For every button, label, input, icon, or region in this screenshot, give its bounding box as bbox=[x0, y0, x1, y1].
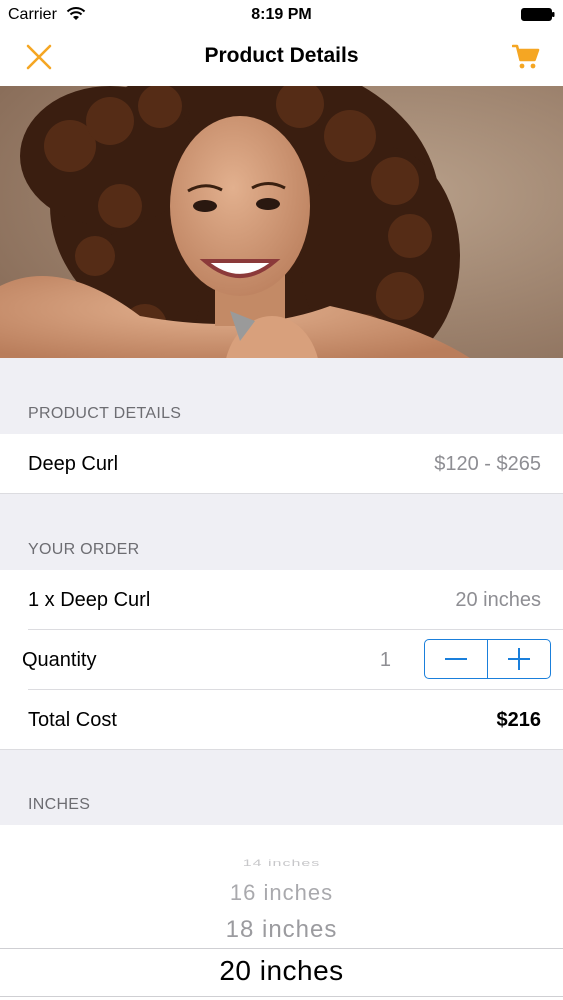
clock: 8:19 PM bbox=[251, 6, 312, 23]
cart-icon bbox=[512, 44, 540, 69]
divider bbox=[0, 493, 563, 494]
cart-button[interactable] bbox=[509, 40, 543, 74]
total-cost-row: Total Cost $216 bbox=[0, 690, 563, 750]
product-row: Deep Curl $120 - $265 bbox=[0, 434, 563, 494]
price-range: $120 - $265 bbox=[434, 453, 541, 475]
battery-icon bbox=[521, 8, 555, 21]
page-title: Product Details bbox=[204, 44, 359, 67]
status-bar: Carrier 8:19 PM bbox=[0, 0, 563, 30]
quantity-stepper[interactable] bbox=[424, 639, 551, 679]
quantity-value: 1 bbox=[379, 649, 391, 671]
total-cost-value: $216 bbox=[496, 709, 542, 731]
picker-option[interactable]: 16 inches bbox=[0, 880, 563, 906]
navigation-bar: Product Details bbox=[0, 30, 563, 86]
inches-header: INCHES bbox=[28, 796, 91, 813]
your-order-header: YOUR ORDER bbox=[28, 541, 140, 558]
order-item-row: 1 x Deep Curl 20 inches bbox=[0, 570, 563, 630]
inches-picker[interactable]: 14 inches 16 inches 18 inches 20 inches bbox=[0, 825, 563, 1000]
picker-option[interactable]: 14 inches bbox=[0, 859, 563, 869]
divider bbox=[0, 749, 563, 750]
picker-option[interactable]: 18 inches bbox=[0, 916, 563, 944]
picker-selected-option[interactable]: 20 inches bbox=[0, 955, 563, 987]
product-photo bbox=[0, 86, 563, 358]
total-cost-label: Total Cost bbox=[28, 709, 117, 731]
order-item-label: 1 x Deep Curl bbox=[28, 589, 151, 611]
product-name: Deep Curl bbox=[28, 453, 119, 475]
order-item-length: 20 inches bbox=[455, 589, 541, 611]
quantity-label: Quantity bbox=[22, 649, 97, 671]
product-image bbox=[0, 86, 563, 358]
increment-button[interactable] bbox=[487, 640, 550, 678]
decrement-button[interactable] bbox=[425, 640, 487, 678]
plus-icon bbox=[508, 648, 530, 670]
picker-selection-line bbox=[0, 996, 563, 997]
minus-icon bbox=[445, 658, 467, 660]
product-details-header: PRODUCT DETAILS bbox=[28, 405, 182, 422]
picker-selection-line bbox=[0, 948, 563, 949]
quantity-row: Quantity 1 bbox=[0, 630, 563, 690]
